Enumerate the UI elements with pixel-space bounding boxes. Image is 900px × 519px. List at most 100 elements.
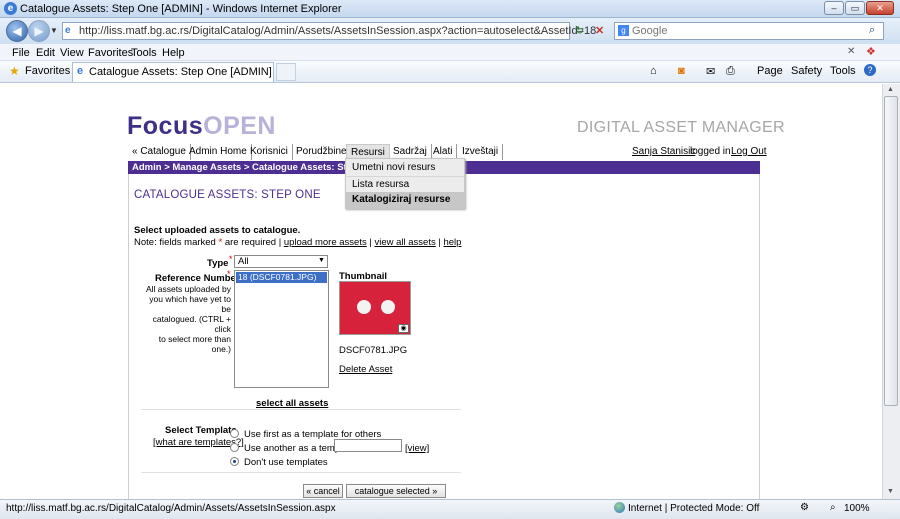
note-suffix: are required | (224, 237, 282, 248)
browser-tab[interactable]: e Catalogue Assets: Step One [ADMIN] (72, 62, 274, 82)
upload-more-link[interactable]: upload more assets (284, 237, 367, 248)
search-box[interactable]: g Google ⌕ (614, 22, 884, 40)
favorites-label[interactable]: Favorites (25, 65, 70, 77)
scroll-up-icon[interactable]: ▲ (887, 86, 894, 93)
dropdown-item-insert[interactable]: Umetni novi resurs (346, 160, 464, 176)
help-line: you which have yet to be (149, 294, 231, 314)
reference-listbox[interactable]: 18 (DSCF0781.JPG) (234, 270, 329, 388)
minimize-button[interactable]: – (824, 1, 844, 15)
reference-help: All assets uploaded by you which have ye… (141, 284, 231, 354)
globe-icon (614, 502, 625, 513)
menu-favorites[interactable]: Favorites (88, 47, 133, 59)
title-bar: e Catalogue Assets: Step One [ADMIN] - W… (0, 0, 900, 18)
nav-admin-home[interactable]: Admin Home (185, 144, 252, 160)
menu-bar: File Edit View Favorites Tools Help ✕ ❖ (0, 44, 900, 61)
google-icon: g (618, 25, 629, 36)
dropdown-item-list[interactable]: Lista resursa (346, 176, 464, 192)
back-icon[interactable]: ◀ (6, 20, 28, 42)
forward-icon[interactable]: ▶ (28, 20, 50, 42)
view-template-link[interactable]: [view] (405, 443, 429, 454)
cancel-button[interactable]: « cancel (303, 484, 343, 498)
nav-korisnici[interactable]: Korisnici (246, 144, 293, 160)
thumbnail-dot (357, 300, 371, 314)
template-field[interactable] (334, 439, 402, 452)
print-icon[interactable]: ⎙ (726, 65, 735, 78)
page-menu[interactable]: Page (757, 65, 783, 77)
stop-icon[interactable]: ✕ (595, 24, 604, 37)
user-link[interactable]: Sanja Stanisic (632, 146, 695, 157)
type-select[interactable]: All ▼ (234, 255, 328, 268)
view-all-link[interactable]: view all assets (374, 237, 435, 248)
new-tab-button[interactable] (276, 63, 296, 81)
mail-icon[interactable]: ✉ (706, 65, 715, 78)
chevron-down-icon: ▼ (318, 257, 325, 264)
radio-another-template[interactable] (230, 443, 239, 452)
protected-mode-icon: ⚙ (800, 502, 809, 513)
divider (141, 409, 461, 410)
radio-no-template[interactable] (230, 457, 239, 466)
tab-page-icon: e (77, 65, 84, 77)
status-bar: http://liss.matf.bg.ac.rs/DigitalCatalog… (0, 499, 900, 519)
scroll-thumb[interactable] (884, 96, 898, 406)
search-icon[interactable]: ⌕ (869, 24, 875, 37)
help-link[interactable]: help (443, 237, 461, 248)
close-bar-icon[interactable]: ✕ (847, 46, 855, 57)
scroll-down-icon[interactable]: ▼ (887, 488, 894, 495)
help-line: to select more than one.) (158, 334, 231, 354)
favorites-star-icon[interactable]: ★ (9, 64, 20, 78)
maximize-button[interactable]: ▭ (845, 1, 865, 15)
type-label: Type (207, 258, 229, 269)
help-icon[interactable]: ? (864, 64, 876, 76)
address-url: http://liss.matf.bg.ac.rs/DigitalCatalog… (79, 25, 597, 37)
help-line: All assets uploaded by (145, 284, 231, 294)
focusopen-logo: FocusOPEN (127, 112, 276, 141)
menu-tools[interactable]: Tools (131, 47, 157, 59)
delete-asset-link[interactable]: Delete Asset (339, 364, 392, 375)
dropdown-item-catalogue[interactable]: Katalogiziraj resurse (346, 192, 464, 208)
asset-thumbnail[interactable]: ◉ (339, 281, 411, 335)
zoom-icon[interactable]: ⌕ (830, 502, 836, 513)
window-title: Catalogue Assets: Step One [ADMIN] - Win… (20, 3, 342, 15)
type-value: All (238, 256, 249, 267)
radio-first-template[interactable] (230, 429, 239, 438)
logo-open: OPEN (203, 112, 276, 140)
address-field[interactable]: e http://liss.matf.bg.ac.rs/DigitalCatal… (62, 22, 596, 40)
logged-in-text: logged in (690, 146, 731, 157)
site-tagline: DIGITAL ASSET MANAGER (577, 119, 785, 136)
zoom-level[interactable]: 100% (844, 503, 870, 514)
tools-menu[interactable]: Tools (830, 65, 856, 77)
toolbar-icon[interactable]: ❖ (866, 45, 876, 58)
nav-catalogue[interactable]: « Catalogue (128, 144, 191, 160)
logout-link[interactable]: Log Out (731, 146, 767, 157)
ref-required-star: * (227, 269, 231, 279)
page-icon: e (65, 25, 71, 36)
catalogue-selected-button[interactable]: catalogue selected » (346, 484, 446, 498)
list-item[interactable]: 18 (DSCF0781.JPG) (236, 272, 327, 283)
divider (141, 472, 461, 473)
camera-icon[interactable]: ◉ (398, 324, 409, 333)
menu-file[interactable]: File (12, 47, 30, 59)
home-icon[interactable]: ⌂ (650, 65, 657, 77)
recent-pages-icon[interactable]: ▼ (50, 26, 58, 35)
template-label: Select Template (165, 425, 237, 436)
resursi-dropdown: Umetni novi resurs Lista resursa Katalog… (345, 158, 465, 209)
type-required-star: * (229, 254, 233, 264)
logo-focus: Focus (127, 112, 204, 140)
safety-menu[interactable]: Safety (791, 65, 822, 77)
close-window-button[interactable]: ✕ (866, 1, 894, 15)
select-all-link[interactable]: select all assets (256, 398, 328, 409)
nav-porudzbine[interactable]: Porudžbine (292, 144, 352, 160)
menu-view[interactable]: View (60, 47, 84, 59)
security-zone: Internet | Protected Mode: Off (628, 503, 760, 514)
instruction-text: Select uploaded assets to catalogue. (134, 225, 301, 236)
help-line: catalogued. (CTRL + click (152, 314, 231, 334)
radio-dot (233, 460, 236, 463)
search-placeholder: Google (632, 25, 668, 37)
refresh-icon[interactable]: ↻ (575, 24, 584, 37)
feeds-icon[interactable]: ◙ (678, 65, 685, 77)
asset-filename: DSCF0781.JPG (339, 345, 408, 356)
menu-edit[interactable]: Edit (36, 47, 55, 59)
menu-help[interactable]: Help (162, 47, 185, 59)
option-none-label: Don't use templates (244, 457, 328, 468)
note-prefix: Note: fields marked (134, 237, 216, 248)
